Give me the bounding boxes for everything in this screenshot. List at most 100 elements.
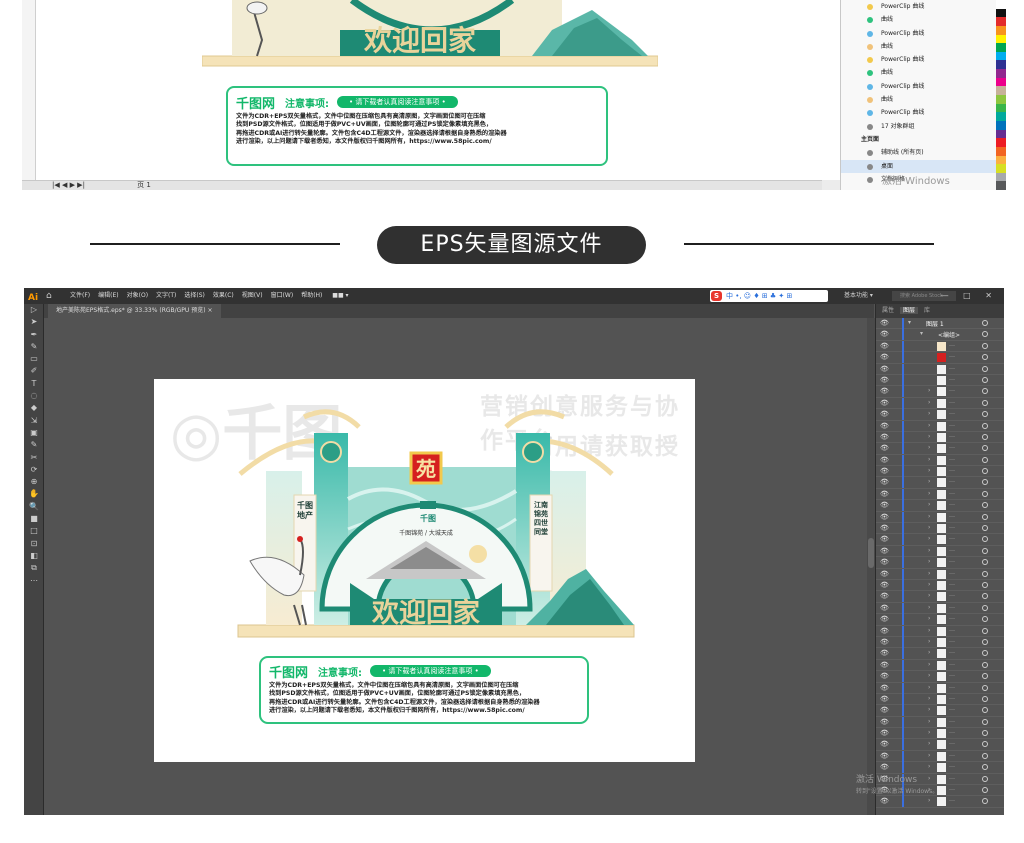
visibility-eye-icon[interactable]: 👁	[880, 695, 889, 703]
palette-swatch[interactable]	[996, 34, 1006, 44]
target-circle-icon[interactable]	[982, 331, 988, 338]
expand-arrow-icon[interactable]: ›	[928, 422, 930, 429]
expand-arrow-icon[interactable]: ›	[928, 649, 930, 656]
visibility-eye-icon[interactable]: 👁	[880, 638, 889, 646]
palette-swatch[interactable]	[996, 146, 1006, 156]
layer-row-top[interactable]: 👁 ▾ 图层 1	[876, 318, 1004, 330]
expand-arrow-icon[interactable]: ›	[928, 638, 930, 645]
curvature-icon[interactable]: ✎	[24, 341, 44, 353]
stroke-icon[interactable]: □	[24, 525, 44, 537]
visibility-eye-icon[interactable]: 👁	[880, 581, 889, 589]
hand-tool-icon[interactable]: ✋	[24, 488, 44, 500]
expand-arrow-icon[interactable]: ›	[928, 718, 930, 725]
layer-row[interactable]: 👁 ›…	[876, 659, 1004, 672]
layers-tab[interactable]: 库	[924, 307, 930, 314]
target-circle-icon[interactable]	[982, 684, 988, 691]
visibility-eye-icon[interactable]: 👁	[880, 501, 889, 509]
layer-row[interactable]: 👁 ›…	[876, 454, 1004, 467]
object-row[interactable]: 曲线	[841, 66, 1006, 79]
fill-icon[interactable]: ■	[24, 513, 44, 525]
palette-swatch[interactable]	[996, 181, 1006, 190]
palette-swatch[interactable]	[996, 69, 1006, 78]
color-palette[interactable]	[996, 0, 1006, 190]
expand-arrow-icon[interactable]: ›	[928, 615, 930, 622]
brush-icon[interactable]: ✎	[24, 439, 44, 451]
visibility-eye-icon[interactable]: 👁	[880, 422, 889, 430]
layer-row[interactable]: 👁 ›…	[876, 511, 1004, 524]
workspace-switcher[interactable]: 基本功能 ▾	[844, 288, 873, 304]
layer-row[interactable]: 👁 ›…	[876, 386, 1004, 398]
target-circle-icon[interactable]	[982, 468, 988, 475]
visibility-eye-icon[interactable]: 👁	[880, 763, 889, 771]
target-circle-icon[interactable]	[982, 445, 988, 452]
menu-item[interactable]: 帮助(H)	[301, 292, 322, 299]
palette-swatch[interactable]	[996, 95, 1006, 104]
vertical-scrollbar[interactable]	[867, 318, 875, 815]
menu-item[interactable]: 视图(V)	[242, 292, 263, 299]
palette-swatch[interactable]	[996, 129, 1006, 139]
layer-row[interactable]: 👁 ›…	[876, 796, 1004, 808]
target-circle-icon[interactable]	[982, 376, 988, 383]
layer-row[interactable]: 👁 ›…	[876, 682, 1004, 694]
visibility-eye-icon[interactable]: 👁	[880, 740, 889, 748]
palette-swatch[interactable]	[996, 155, 1006, 165]
palette-swatch[interactable]	[996, 8, 1006, 18]
expand-arrow-icon[interactable]: ›	[928, 752, 930, 759]
target-circle-icon[interactable]	[982, 650, 988, 657]
expand-arrow-icon[interactable]: ›	[928, 706, 930, 713]
layer-row[interactable]: 👁…	[876, 363, 1004, 375]
visibility-eye-icon[interactable]: 👁	[880, 342, 889, 350]
expand-arrow-icon[interactable]: ›	[928, 570, 930, 577]
expand-arrow-icon[interactable]: ›	[928, 729, 930, 736]
visibility-eye-icon[interactable]: 👁	[880, 706, 889, 714]
expand-arrow-icon[interactable]: ›	[928, 399, 930, 406]
layer-row[interactable]: 👁 ›…	[876, 409, 1004, 421]
target-circle-icon[interactable]	[982, 433, 988, 440]
expand-arrow-icon[interactable]: ›	[928, 672, 930, 679]
visibility-eye-icon[interactable]: 👁	[880, 592, 889, 600]
palette-swatch[interactable]	[996, 86, 1006, 96]
visibility-eye-icon[interactable]: 👁	[880, 524, 889, 532]
visibility-eye-icon[interactable]: 👁	[880, 365, 889, 373]
target-circle-icon[interactable]	[982, 787, 988, 794]
scissors-icon[interactable]: ✂	[24, 452, 44, 464]
cdr-canvas[interactable]: 欢迎回家 千图网 注意事项: • 请下载者认真阅读注意事项 • 文件为CDR+E…	[36, 0, 840, 180]
target-circle-icon[interactable]	[982, 661, 988, 668]
layer-row[interactable]: 👁 ›…	[876, 762, 1004, 774]
rotate-icon[interactable]: ◌	[24, 390, 44, 402]
palette-swatch[interactable]	[996, 60, 1006, 70]
visibility-eye-icon[interactable]: 👁	[880, 661, 889, 669]
page-navigator[interactable]: |◀ ◀ ▶ ▶| 页 1	[22, 180, 822, 190]
page-tab[interactable]: 页 1	[137, 181, 151, 189]
target-circle-icon[interactable]	[982, 456, 988, 463]
layer-row[interactable]: 👁 ›…	[876, 557, 1004, 569]
layers-tab[interactable]: 属性	[882, 307, 894, 314]
layer-row[interactable]: 👁 ›…	[876, 693, 1004, 706]
expand-arrow-icon[interactable]: ›	[928, 535, 930, 542]
expand-arrow-icon[interactable]: ›	[928, 456, 930, 463]
menu-item[interactable]: 编辑(E)	[98, 292, 118, 299]
swap-icon[interactable]: ⊡	[24, 538, 44, 550]
palette-swatch[interactable]	[996, 17, 1006, 26]
expand-arrow-icon[interactable]: ›	[928, 581, 930, 588]
visibility-eye-icon[interactable]: 👁	[880, 604, 889, 612]
layer-row[interactable]: 👁 ›…	[876, 716, 1004, 729]
expand-arrow-icon[interactable]: ›	[928, 478, 930, 485]
object-row[interactable]: 17 对象群组	[841, 120, 1006, 133]
visibility-eye-icon[interactable]: 👁	[880, 353, 889, 361]
selection-tool-icon[interactable]: ▷	[24, 304, 44, 316]
palette-swatch[interactable]	[996, 25, 1006, 35]
visibility-eye-icon[interactable]: 👁	[880, 399, 889, 407]
target-circle-icon[interactable]	[982, 570, 988, 577]
layer-row[interactable]: 👁 ›…	[876, 431, 1004, 444]
palette-swatch[interactable]	[996, 51, 1006, 61]
palette-swatch[interactable]	[996, 120, 1006, 130]
window-controls[interactable]: — □ ✕	[941, 288, 998, 304]
layer-row[interactable]: 👁 ›…	[876, 648, 1004, 660]
layer-row[interactable]: 👁 ›…	[876, 739, 1004, 751]
visibility-eye-icon[interactable]: 👁	[880, 319, 889, 327]
palette-swatch[interactable]	[996, 112, 1006, 121]
expand-arrow-icon[interactable]: ›	[928, 433, 930, 440]
expand-arrow-icon[interactable]: ›	[928, 684, 930, 691]
target-circle-icon[interactable]	[982, 342, 988, 349]
